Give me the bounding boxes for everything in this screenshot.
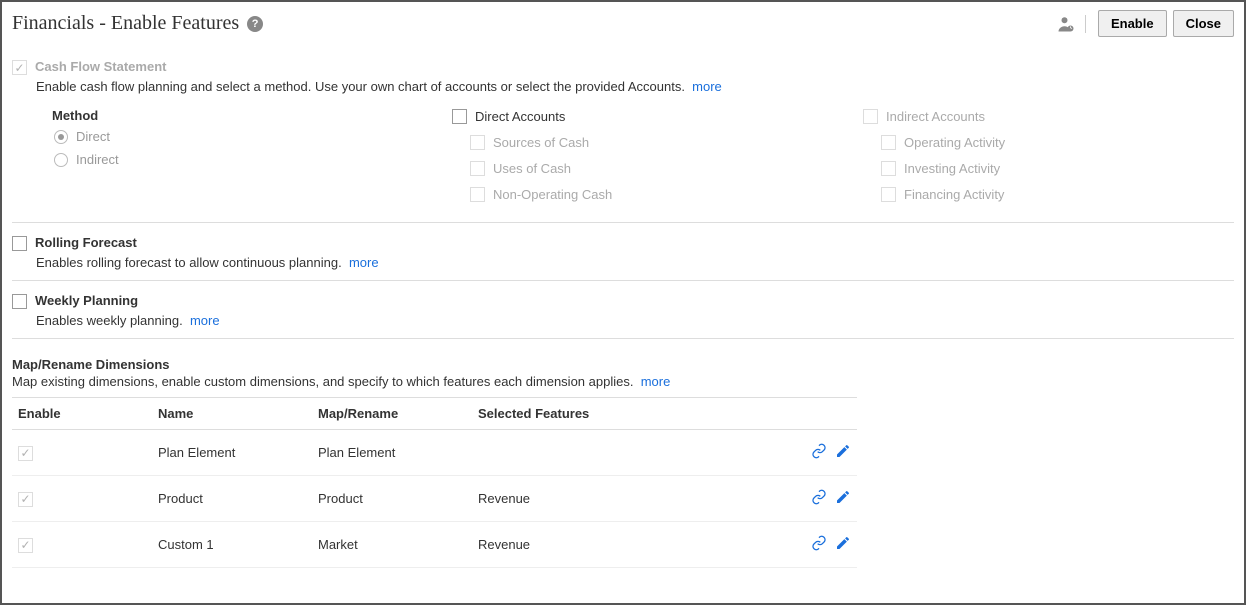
cell-features: Revenue (472, 522, 777, 568)
feature-rolling-desc: Enables rolling forecast to allow contin… (36, 255, 1234, 270)
feature-cashflow-head: Cash Flow Statement (12, 59, 1234, 75)
radio-indirect: Indirect (54, 152, 412, 167)
label-financing: Financing Activity (904, 187, 1004, 202)
checkbox-indirect-accounts-row: Indirect Accounts (863, 108, 1234, 124)
checkbox-uses-row: Uses of Cash (470, 160, 823, 176)
th-name: Name (152, 398, 312, 430)
label-operating: Operating Activity (904, 135, 1005, 150)
more-link-weekly[interactable]: more (190, 313, 220, 328)
dimensions-desc: Map existing dimensions, enable custom d… (12, 374, 1234, 389)
checkbox-dim-enable (18, 492, 33, 507)
cashflow-subsection: Method Direct Indirect Direct Accounts (52, 108, 1234, 212)
link-icon[interactable] (811, 535, 827, 554)
method-label: Method (52, 108, 412, 123)
table-row: ProductProductRevenue (12, 476, 857, 522)
feature-rolling-desc-text: Enables rolling forecast to allow contin… (36, 255, 342, 270)
page-title: Financials - Enable Features (12, 12, 239, 35)
edit-icon[interactable] (835, 443, 851, 462)
radio-direct-input (54, 130, 68, 144)
feature-cashflow: Cash Flow Statement Enable cash flow pla… (12, 47, 1234, 223)
content-area: Cash Flow Statement Enable cash flow pla… (2, 47, 1244, 602)
checkbox-weekly[interactable] (12, 294, 27, 309)
feature-weekly-title: Weekly Planning (35, 293, 138, 308)
radio-indirect-label: Indirect (76, 152, 119, 167)
checkbox-nonop-row: Non-Operating Cash (470, 186, 823, 202)
checkbox-uses (470, 161, 485, 176)
checkbox-financing (881, 187, 896, 202)
checkbox-financing-row: Financing Activity (881, 186, 1234, 202)
more-link-cashflow[interactable]: more (692, 79, 722, 94)
direct-accounts-column: Direct Accounts Sources of Cash Uses of … (452, 108, 823, 212)
table-header-row: Enable Name Map/Rename Selected Features (12, 398, 857, 430)
checkbox-investing-row: Investing Activity (881, 160, 1234, 176)
table-row: Plan ElementPlan Element (12, 430, 857, 476)
checkbox-dim-enable (18, 446, 33, 461)
dimensions-title: Map/Rename Dimensions (12, 357, 1234, 372)
checkbox-sources (470, 135, 485, 150)
checkbox-direct-accounts[interactable] (452, 109, 467, 124)
table-row: Custom 1MarketRevenue (12, 522, 857, 568)
checkbox-sources-row: Sources of Cash (470, 134, 823, 150)
cell-name: Plan Element (152, 430, 312, 476)
feature-weekly-head: Weekly Planning (12, 293, 1234, 309)
cell-map: Market (312, 522, 472, 568)
label-uses: Uses of Cash (493, 161, 571, 176)
cell-features: Revenue (472, 476, 777, 522)
checkbox-investing (881, 161, 896, 176)
label-direct-accounts: Direct Accounts (475, 109, 565, 124)
edit-icon[interactable] (835, 535, 851, 554)
feature-rolling: Rolling Forecast Enables rolling forecas… (12, 223, 1234, 281)
label-sources: Sources of Cash (493, 135, 589, 150)
feature-cashflow-desc: Enable cash flow planning and select a m… (36, 79, 1234, 94)
radio-indirect-input (54, 153, 68, 167)
feature-weekly-desc: Enables weekly planning. more (36, 313, 1234, 328)
th-map: Map/Rename (312, 398, 472, 430)
feature-cashflow-desc-text: Enable cash flow planning and select a m… (36, 79, 685, 94)
dimensions-section: Map/Rename Dimensions Map existing dimen… (12, 357, 1234, 568)
page-header: Financials - Enable Features ? Enable Cl… (2, 2, 1244, 47)
close-button[interactable]: Close (1173, 10, 1234, 37)
cell-features (472, 430, 777, 476)
checkbox-rolling[interactable] (12, 236, 27, 251)
cell-name: Custom 1 (152, 522, 312, 568)
label-investing: Investing Activity (904, 161, 1000, 176)
cell-map: Plan Element (312, 430, 472, 476)
checkbox-indirect-accounts (863, 109, 878, 124)
checkbox-operating (881, 135, 896, 150)
checkbox-cashflow (12, 60, 27, 75)
th-actions (777, 398, 857, 430)
feature-weekly-desc-text: Enables weekly planning. (36, 313, 183, 328)
more-link-dimensions[interactable]: more (641, 374, 671, 389)
cell-name: Product (152, 476, 312, 522)
more-link-rolling[interactable]: more (349, 255, 379, 270)
header-right: Enable Close (1057, 10, 1234, 37)
checkbox-operating-row: Operating Activity (881, 134, 1234, 150)
edit-icon[interactable] (835, 489, 851, 508)
indirect-accounts-column: Indirect Accounts Operating Activity Inv… (863, 108, 1234, 212)
label-nonop: Non-Operating Cash (493, 187, 612, 202)
feature-weekly: Weekly Planning Enables weekly planning.… (12, 281, 1234, 339)
label-indirect-accounts: Indirect Accounts (886, 109, 985, 124)
checkbox-direct-accounts-row: Direct Accounts (452, 108, 823, 124)
feature-rolling-title: Rolling Forecast (35, 235, 137, 250)
cell-map: Product (312, 476, 472, 522)
th-features: Selected Features (472, 398, 777, 430)
method-column: Method Direct Indirect (52, 108, 412, 212)
enable-button[interactable]: Enable (1098, 10, 1167, 37)
dimensions-table: Enable Name Map/Rename Selected Features… (12, 397, 857, 568)
checkbox-dim-enable (18, 538, 33, 553)
checkbox-nonop (470, 187, 485, 202)
dimensions-desc-text: Map existing dimensions, enable custom d… (12, 374, 633, 389)
feature-rolling-head: Rolling Forecast (12, 235, 1234, 251)
th-enable: Enable (12, 398, 152, 430)
user-settings-icon[interactable] (1057, 15, 1086, 33)
link-icon[interactable] (811, 443, 827, 462)
radio-direct-label: Direct (76, 129, 110, 144)
feature-cashflow-title: Cash Flow Statement (35, 59, 166, 74)
help-icon[interactable]: ? (247, 16, 263, 32)
header-left: Financials - Enable Features ? (12, 12, 263, 35)
radio-direct: Direct (54, 129, 412, 144)
link-icon[interactable] (811, 489, 827, 508)
